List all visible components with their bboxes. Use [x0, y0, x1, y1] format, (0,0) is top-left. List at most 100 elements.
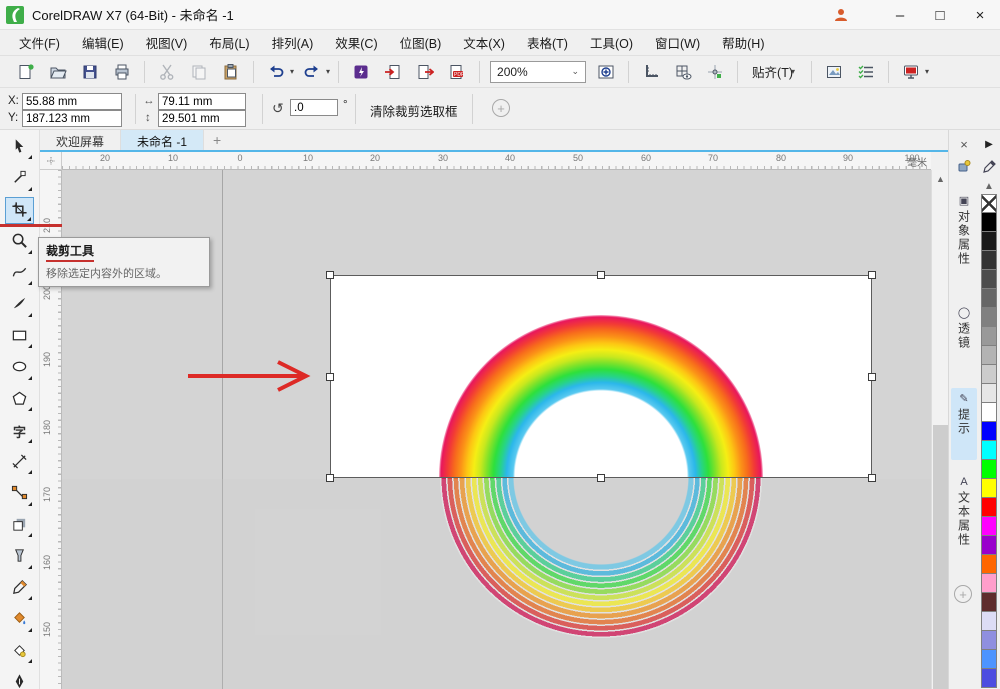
freehand-tool[interactable]: [5, 260, 34, 287]
docker-quick-customize-icon[interactable]: +: [954, 585, 972, 603]
swatch-00ffff[interactable]: [981, 441, 997, 460]
palette-eyedropper-icon[interactable]: [978, 156, 1000, 176]
search-content-icon[interactable]: [348, 60, 374, 84]
print-icon[interactable]: [109, 60, 135, 84]
swatch-ff00ff[interactable]: [981, 517, 997, 536]
show-grid-icon[interactable]: [670, 60, 696, 84]
menu-item-2[interactable]: 视图(V): [135, 29, 199, 56]
swatch-5e2c2c[interactable]: [981, 593, 997, 612]
docker-tab-object-properties[interactable]: ▣对象属性: [951, 190, 977, 294]
swatch-1a1a1a[interactable]: [981, 232, 997, 251]
crop-handle[interactable]: [326, 474, 334, 482]
property-bar-expand-icon[interactable]: +: [492, 99, 510, 117]
swatch-808080[interactable]: [981, 308, 997, 327]
swatch-dcdcf5[interactable]: [981, 612, 997, 631]
image-adjust-icon[interactable]: [821, 60, 847, 84]
swatch-333333[interactable]: [981, 251, 997, 270]
swatch-e6e6e6[interactable]: [981, 384, 997, 403]
horizontal-ruler[interactable]: 20100102030405060708090100毫米: [62, 152, 931, 170]
menu-item-3[interactable]: 布局(L): [198, 29, 260, 56]
export-icon[interactable]: [412, 60, 438, 84]
shape-tool[interactable]: [5, 166, 34, 193]
menu-item-5[interactable]: 效果(C): [324, 29, 388, 56]
smart-fill-tool[interactable]: [5, 638, 34, 665]
account-icon[interactable]: [828, 4, 854, 26]
minimize-button[interactable]: –: [880, 0, 920, 30]
menu-item-11[interactable]: 帮助(H): [711, 29, 775, 56]
object-height-input[interactable]: [158, 110, 246, 127]
swatch-ff9ecb[interactable]: [981, 574, 997, 593]
crop-handle[interactable]: [597, 474, 605, 482]
clear-crop-marquee-button[interactable]: 清除裁剪选取框: [360, 99, 468, 119]
swatch-00ff00[interactable]: [981, 460, 997, 479]
connector-tool[interactable]: [5, 481, 34, 508]
drop-shadow-tool[interactable]: [5, 512, 34, 539]
text-tool[interactable]: 字: [5, 418, 34, 445]
crop-tool[interactable]: [5, 197, 34, 224]
crop-handle[interactable]: [868, 474, 876, 482]
docker-tab-lens[interactable]: ◯透镜: [951, 302, 977, 374]
close-button[interactable]: ×: [960, 0, 1000, 30]
swatch-ffffff[interactable]: [981, 403, 997, 422]
swatch-999999[interactable]: [981, 327, 997, 346]
crop-handle[interactable]: [868, 373, 876, 381]
pick-tool[interactable]: [5, 134, 34, 161]
snap-options-icon[interactable]: [702, 60, 728, 84]
docker-options-icon[interactable]: [953, 156, 975, 176]
color-eyedropper-tool[interactable]: [5, 575, 34, 602]
maximize-button[interactable]: □: [920, 0, 960, 30]
palette-flyout-icon[interactable]: ▶: [978, 134, 1000, 154]
open-folder-icon[interactable]: [45, 60, 71, 84]
docker-tab-text-properties[interactable]: A文本属性: [951, 472, 977, 572]
menu-item-4[interactable]: 排列(A): [261, 29, 325, 56]
menu-item-10[interactable]: 窗口(W): [644, 29, 711, 56]
artistic-media-tool[interactable]: [5, 292, 34, 319]
menu-item-7[interactable]: 文本(X): [452, 29, 516, 56]
palette-scroll-up-icon[interactable]: ▲: [978, 176, 1000, 196]
swatch-4d4de0[interactable]: [981, 669, 997, 688]
swatch-8f8fe0[interactable]: [981, 631, 997, 650]
menu-item-8[interactable]: 表格(T): [516, 29, 579, 56]
swatch-b3b3b3[interactable]: [981, 346, 997, 365]
swatch-ffff00[interactable]: [981, 479, 997, 498]
undo-icon[interactable]: [263, 60, 289, 84]
redo-icon[interactable]: [299, 60, 325, 84]
outline-pen-tool[interactable]: [5, 670, 34, 689]
dimension-tool[interactable]: [5, 449, 34, 476]
paste-icon[interactable]: [218, 60, 244, 84]
ruler-origin[interactable]: [40, 152, 62, 170]
crop-handle[interactable]: [868, 271, 876, 279]
fit-view-icon[interactable]: [593, 60, 619, 84]
vertical-scrollbar[interactable]: ▲: [931, 170, 948, 689]
zoom-tool[interactable]: [5, 229, 34, 256]
x-position-input[interactable]: [22, 93, 122, 110]
show-rulers-icon[interactable]: [638, 60, 664, 84]
document-tab-1[interactable]: 未命名 -1: [121, 130, 204, 150]
new-document-tab-button[interactable]: +: [204, 130, 230, 150]
menu-item-0[interactable]: 文件(F): [8, 29, 71, 56]
rotation-angle-input[interactable]: [290, 99, 338, 116]
interactive-fill-tool[interactable]: [5, 607, 34, 634]
swatch-9900cc[interactable]: [981, 536, 997, 555]
menu-item-9[interactable]: 工具(O): [579, 29, 644, 56]
copy-icon[interactable]: [186, 60, 212, 84]
cut-icon[interactable]: [154, 60, 180, 84]
scrollbar-thumb[interactable]: [933, 425, 948, 689]
document-tab-0[interactable]: 欢迎屏幕: [40, 130, 121, 150]
save-icon[interactable]: [77, 60, 103, 84]
zoom-level-combo[interactable]: 200%⌄: [490, 61, 586, 83]
swatch-4d94ff[interactable]: [981, 650, 997, 669]
swatch-4d4d4d[interactable]: [981, 270, 997, 289]
object-width-input[interactable]: [158, 93, 246, 110]
polygon-tool[interactable]: [5, 386, 34, 413]
swatch-ff6600[interactable]: [981, 555, 997, 574]
docker-close-icon[interactable]: ×: [953, 134, 975, 154]
swatch-ff0000[interactable]: [981, 498, 997, 517]
rectangle-tool[interactable]: [5, 323, 34, 350]
menu-item-6[interactable]: 位图(B): [389, 29, 453, 56]
export-pdf-icon[interactable]: PDF: [444, 60, 470, 84]
app-launcher-icon[interactable]: [898, 60, 924, 84]
swatch-no-color[interactable]: [981, 194, 997, 213]
swatch-0000ff[interactable]: [981, 422, 997, 441]
new-document-icon[interactable]: [13, 60, 39, 84]
